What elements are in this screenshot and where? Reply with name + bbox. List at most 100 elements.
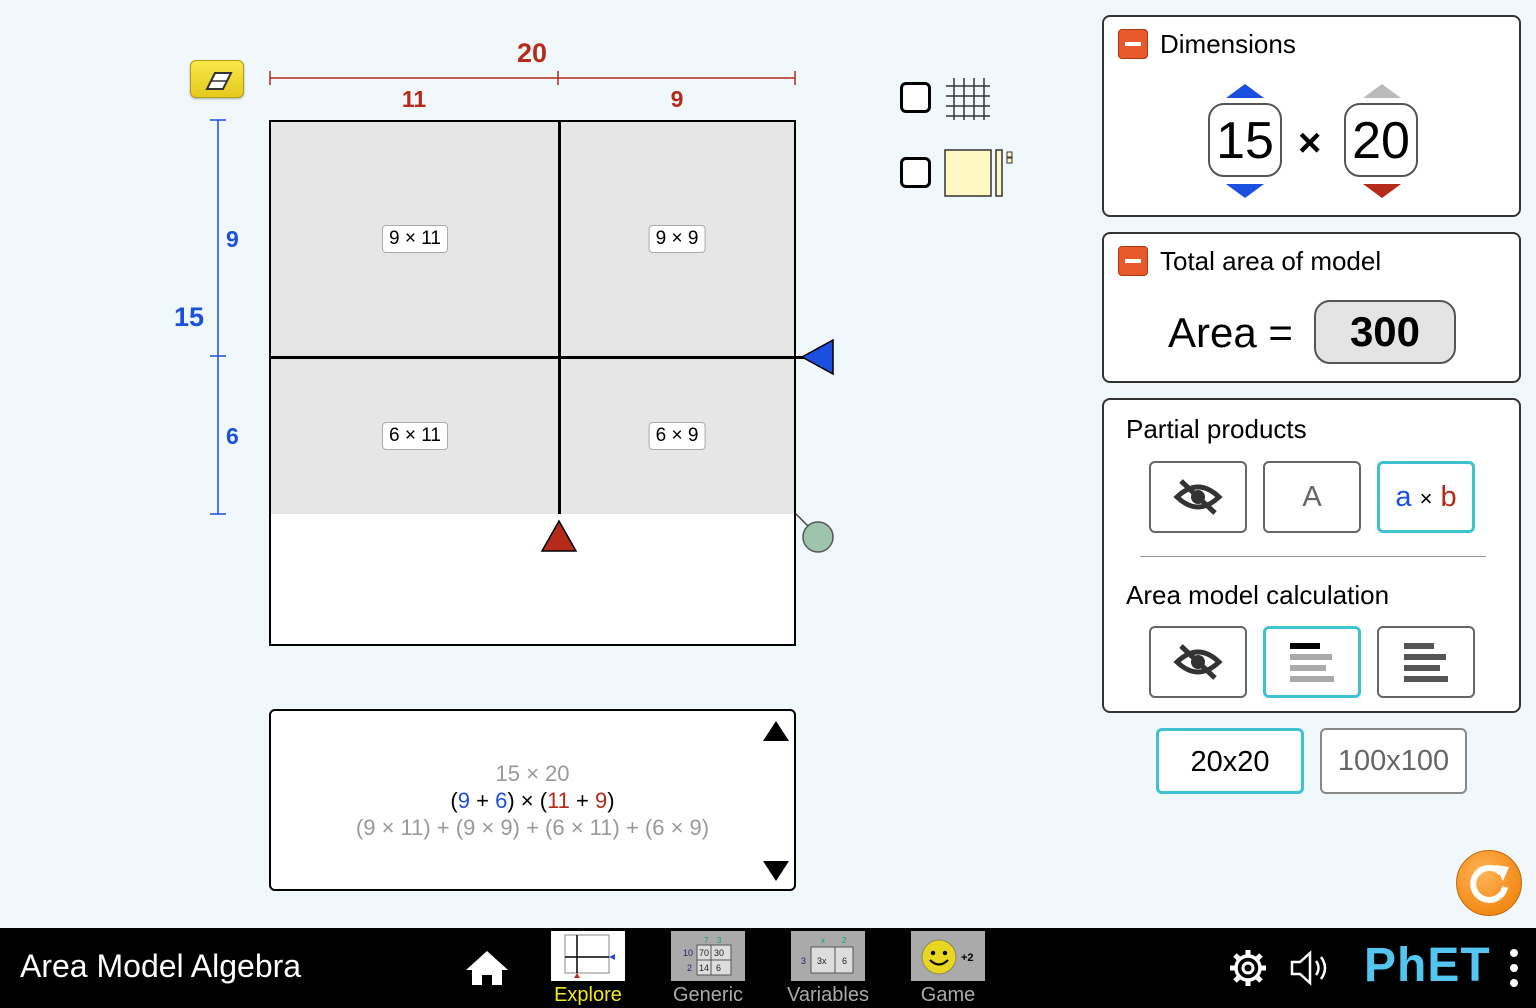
generic-icon-cell: 30 [714, 948, 724, 958]
generic-icon-cell: 10 [683, 948, 693, 958]
hide-calculation-button[interactable] [1149, 626, 1247, 698]
line-by-line-icon [1290, 643, 1334, 682]
vertical-partition-line [558, 122, 561, 514]
vertical-partition-handle[interactable] [540, 519, 578, 553]
all-lines-calculation-button[interactable] [1377, 626, 1475, 698]
grid-20x20-button[interactable]: 20x20 [1156, 728, 1304, 794]
height-ruler [210, 119, 226, 515]
explore-screen-button[interactable] [551, 931, 625, 981]
calc-paren: ) [607, 788, 615, 813]
partial-product-label: 6 × 11 [382, 422, 448, 450]
variables-icon-top: 2 [842, 936, 847, 945]
calc-line-2: (9 + 6) × (11 + 9) [271, 788, 794, 814]
width-increment-arrow[interactable] [1362, 83, 1402, 99]
height-part-1-label: 9 [226, 226, 239, 252]
variables-icon-cell: 6 [842, 956, 847, 966]
calc-width-part: 11 [547, 788, 570, 813]
generic-icon-cell: 70 [699, 948, 709, 958]
factor-b: b [1440, 481, 1457, 513]
menu-icon[interactable] [1506, 946, 1522, 990]
factor-times: × [1419, 486, 1433, 511]
calc-width-part: 9 [594, 788, 608, 813]
horizontal-partition-line [271, 356, 804, 359]
partial-product-label: 9 × 9 [648, 225, 706, 253]
horizontal-partition-handle[interactable] [800, 338, 836, 376]
variables-screen-icon: x 2 3 3x 6 [801, 936, 854, 974]
game-screen-label[interactable]: Game [893, 984, 1003, 1007]
hide-partial-products-button[interactable] [1149, 461, 1247, 533]
generic-icon-top: 3 [717, 936, 722, 945]
variables-screen-button[interactable]: x 2 3 3x 6 [791, 931, 865, 981]
calc-height-part: 9 [457, 788, 470, 813]
resize-handle[interactable] [794, 512, 838, 556]
generic-screen-icon: 7 3 10 70 30 2 14 6 [683, 936, 732, 976]
variables-icon-cell: 3 [801, 956, 806, 966]
area-model: 9 × 11 9 × 9 6 × 11 6 × 9 [269, 120, 804, 646]
phet-logo: PhET [1364, 939, 1491, 992]
smiley-icon: +2 [921, 939, 974, 975]
eraser-icon [205, 72, 233, 90]
partial-products-factors-button[interactable]: a × b [1377, 461, 1475, 533]
generic-screen-button[interactable]: 7 3 10 70 30 2 14 6 [671, 931, 745, 981]
collapse-dimensions-button[interactable] [1118, 29, 1148, 59]
calc-plus: + [470, 788, 496, 813]
variables-screen-label[interactable]: Variables [773, 984, 883, 1007]
width-value-spinner[interactable]: 20 [1344, 103, 1418, 177]
reset-all-button[interactable] [1456, 850, 1522, 916]
panel-divider [1140, 556, 1486, 557]
partial-product-label: 9 × 11 [382, 225, 448, 253]
height-increment-arrow[interactable] [1225, 83, 1265, 99]
reset-icon [1470, 864, 1509, 903]
width-ruler [269, 71, 796, 85]
height-value-spinner[interactable]: 15 [1208, 103, 1282, 177]
area-model-calculation-title: Area model calculation [1126, 580, 1390, 610]
area-label: Area = [1168, 309, 1293, 356]
total-width-label: 20 [516, 38, 548, 68]
calc-line-3: (9 × 11) + (9 × 9) + (6 × 11) + (6 × 9) [355, 815, 710, 840]
times-sign: × [1298, 121, 1322, 165]
partial-products-title: Partial products [1126, 414, 1307, 444]
home-icon[interactable] [464, 948, 510, 988]
calc-times: ) × ( [507, 788, 548, 813]
grid-lines-icon [946, 78, 990, 120]
tile-checkbox[interactable] [900, 157, 931, 188]
options-panel: Partial products A a × b Area model calc… [1102, 398, 1521, 713]
sound-icon[interactable] [1288, 948, 1336, 988]
grid-lines-checkbox[interactable] [900, 82, 931, 113]
width-part-2-label: 9 [670, 86, 684, 112]
grid-100x100-button[interactable]: 100x100 [1320, 728, 1467, 794]
dimensions-panel: Dimensions 15 × 20 [1102, 15, 1521, 217]
all-lines-icon [1404, 643, 1448, 682]
width-decrement-arrow[interactable] [1362, 183, 1402, 199]
gear-icon[interactable] [1228, 948, 1268, 988]
width-part-1-label: 11 [401, 86, 427, 112]
calc-line-1: 15 × 20 [495, 761, 570, 786]
eye-closed-icon [1173, 479, 1223, 515]
calculation-box: 15 × 20 (9 + 6) × (11 + 9) (9 × 11) + (9… [269, 709, 796, 891]
sim-title: Area Model Algebra [20, 948, 302, 984]
partial-product-label: 6 × 9 [648, 422, 706, 450]
total-height-label: 15 [174, 302, 205, 332]
game-icon-badge: +2 [961, 952, 974, 964]
explore-screen-icon [564, 934, 615, 978]
area-value: 300 [1314, 300, 1456, 364]
generic-icon-top: 7 [704, 936, 709, 945]
generic-screen-label[interactable]: Generic [653, 984, 763, 1007]
generic-icon-cell: 6 [716, 963, 721, 973]
total-area-title: Total area of model [1160, 246, 1382, 276]
shaded-area [271, 122, 794, 514]
line-by-line-calculation-button[interactable] [1263, 626, 1361, 698]
explore-screen-label[interactable]: Explore [533, 984, 643, 1007]
previous-line-arrow[interactable] [761, 719, 791, 743]
tile-icon [944, 149, 1013, 197]
factor-a: a [1395, 481, 1412, 513]
eye-closed-icon [1173, 644, 1223, 680]
eraser-button[interactable] [190, 60, 244, 98]
next-line-arrow[interactable] [761, 859, 791, 883]
calc-plus: + [569, 788, 595, 813]
total-area-panel: Total area of model Area = 300 [1102, 232, 1521, 383]
collapse-area-button[interactable] [1118, 246, 1148, 276]
height-decrement-arrow[interactable] [1225, 183, 1265, 199]
game-screen-button[interactable]: +2 [911, 931, 985, 981]
partial-products-area-button[interactable]: A [1263, 461, 1361, 533]
